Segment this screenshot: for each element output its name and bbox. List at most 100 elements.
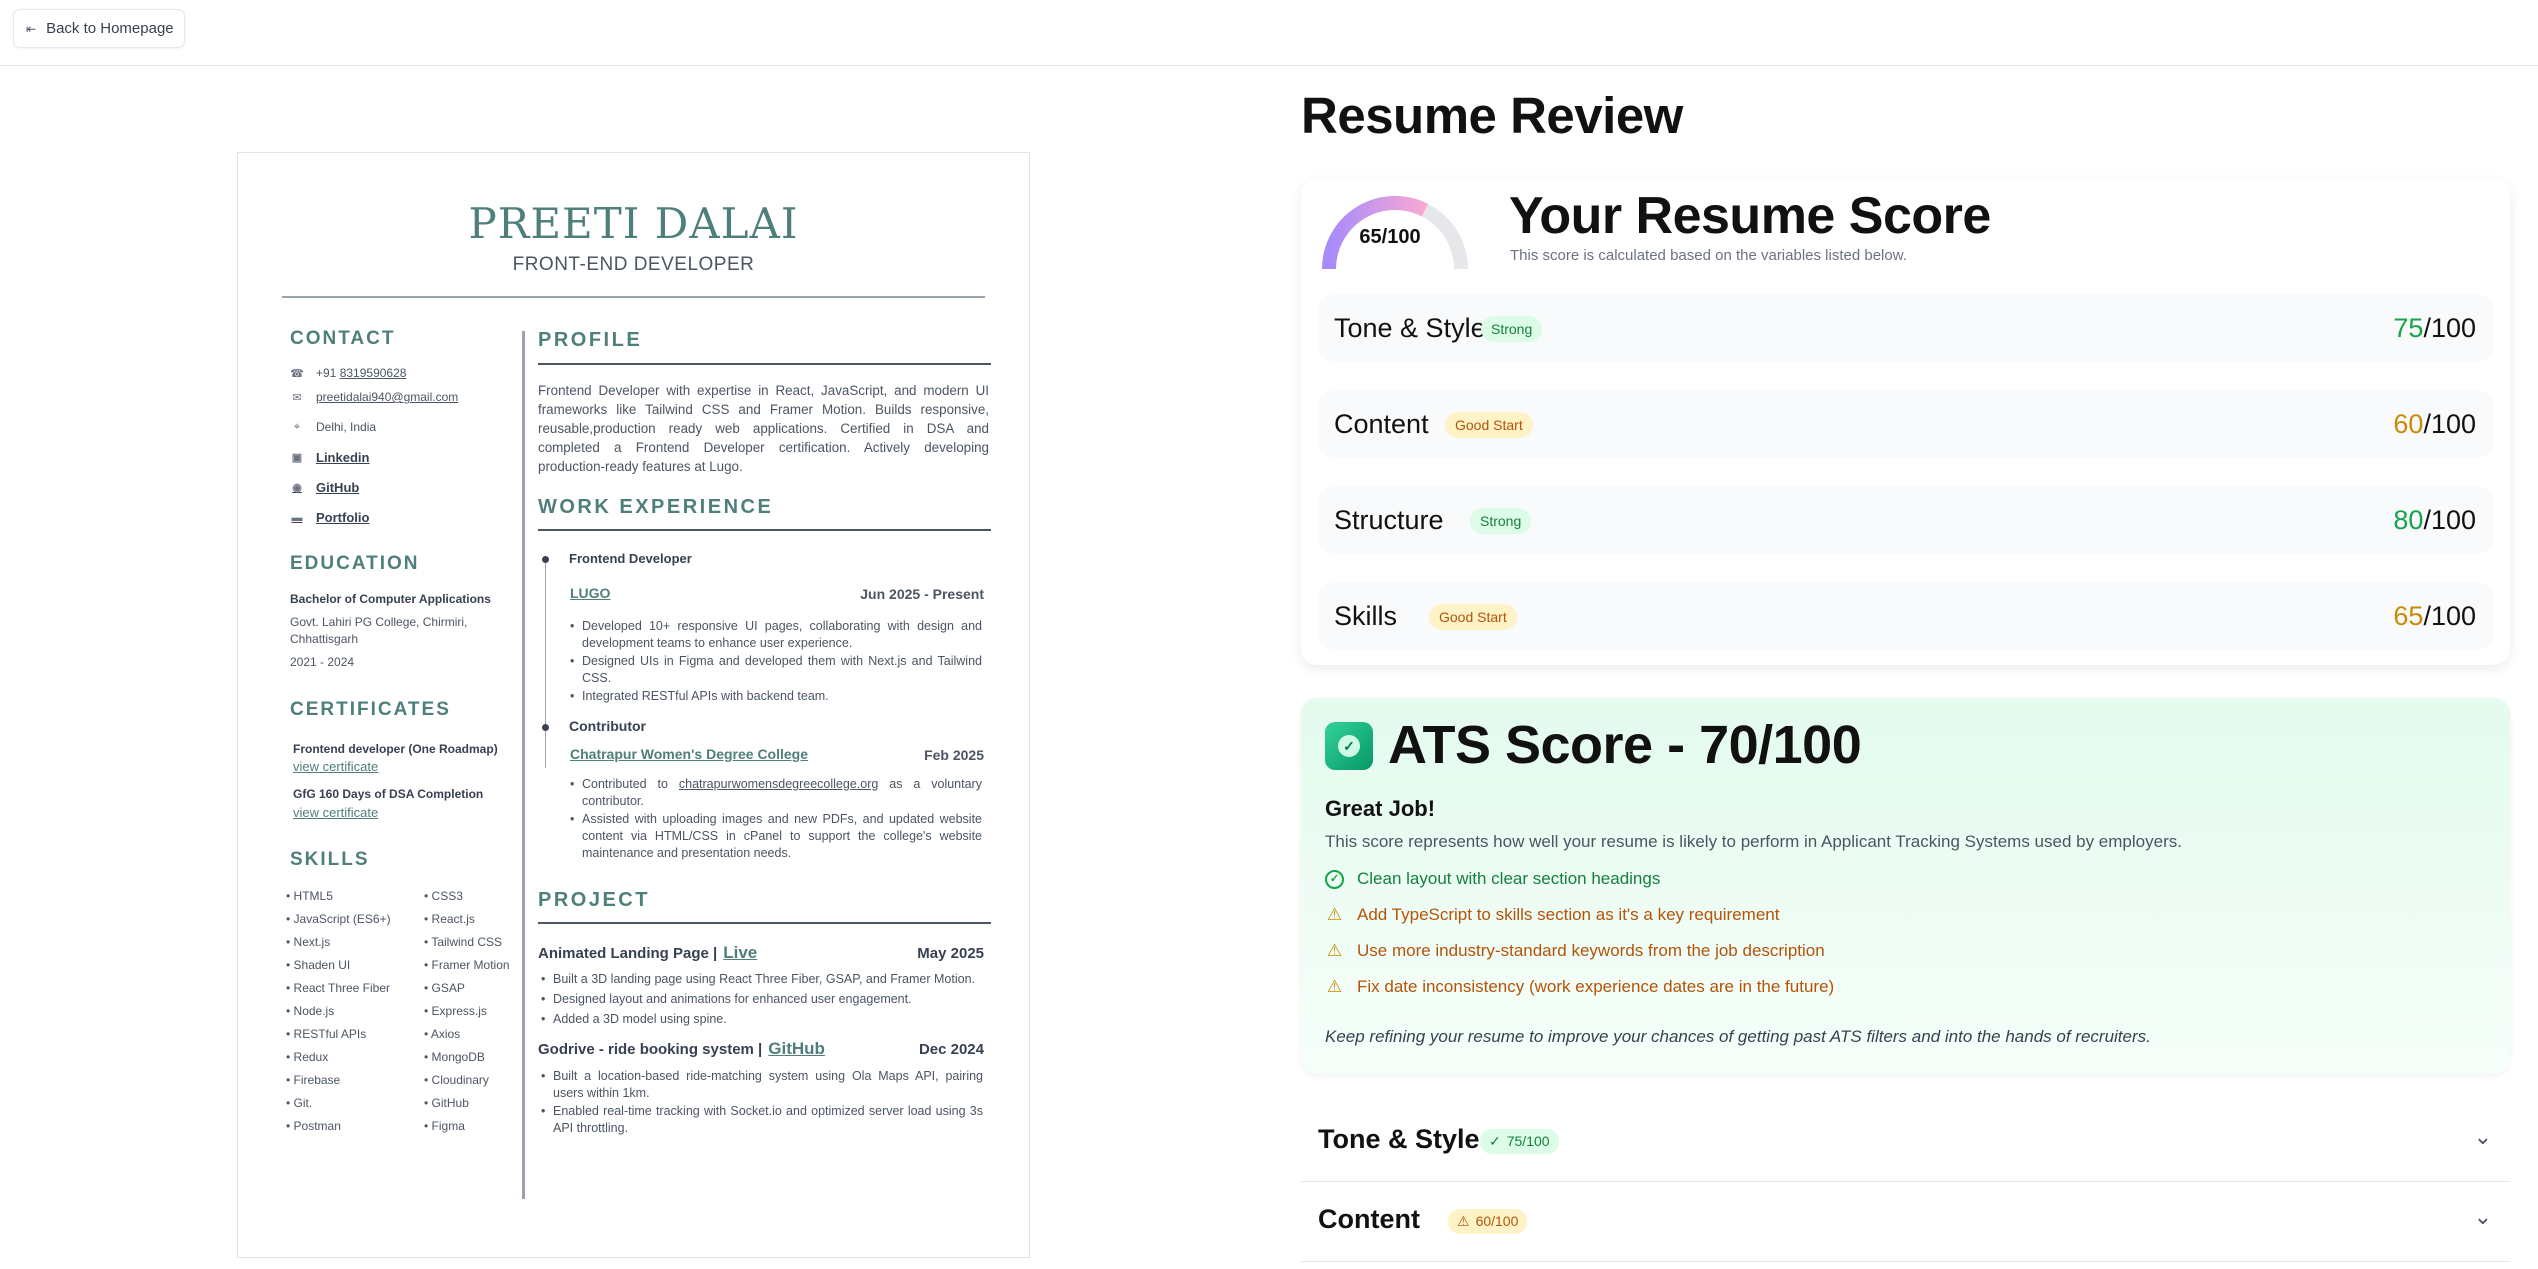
warning-triangle-icon: ⚠ [1326, 941, 1343, 960]
github-icon: ◉ [292, 482, 302, 494]
project-bullet: Built a 3D landing page using React Thre… [541, 971, 983, 988]
job-company-link[interactable]: LUGO [570, 585, 610, 601]
education-degree: Bachelor of Computer Applications [290, 592, 491, 606]
accordion-score-badge: ⚠ 60/100 [1448, 1209, 1528, 1234]
category-badge: Strong [1481, 316, 1543, 342]
work-experience-heading: WORK EXPERIENCE [538, 496, 774, 518]
accordion-score-badge: ✓ 75/100 [1480, 1129, 1559, 1154]
ats-warning-item: ⚠ Use more industry-standard keywords fro… [1326, 941, 1825, 960]
job-bullet: Designed UIs in Figma and developed them… [570, 653, 982, 687]
project-bullet: Added a 3D model using spine. [541, 1011, 983, 1028]
skill-item: • HTML5 [286, 889, 333, 903]
project-bullet: Built a location-based ride-matching sys… [541, 1068, 983, 1102]
skill-item: • React.js [424, 912, 475, 926]
warning-triangle-icon: ⚠ [1326, 977, 1343, 996]
linkedin-link[interactable]: Linkedin [316, 450, 369, 465]
skill-item: • Git. [286, 1096, 313, 1110]
category-score: 60/100 [2393, 409, 2476, 439]
github-link[interactable]: GitHub [316, 480, 359, 495]
project-heading: PROJECT [538, 889, 650, 911]
education-heading: EDUCATION [290, 553, 420, 574]
project-date: Dec 2024 [918, 1041, 984, 1058]
resume-preview: PREETI DALAI FRONT-END DEVELOPER CONTACT… [237, 152, 1030, 1258]
education-college-line1: Govt. Lahiri PG College, Chirmiri, [290, 615, 468, 629]
skill-item: • CSS3 [424, 889, 463, 903]
phone-number[interactable]: 8319590628 [340, 366, 407, 380]
resume-name: PREETI DALAI [468, 199, 799, 248]
job-title: Frontend Developer [569, 551, 692, 566]
category-badge: Good Start [1445, 412, 1533, 438]
education-years: 2021 - 2024 [290, 655, 355, 669]
project-title: Animated Landing Page | Live [538, 943, 758, 962]
ats-description: This score represents how well your resu… [1325, 832, 2182, 851]
category-score: 65/100 [2393, 601, 2476, 631]
contact-portfolio[interactable]: ▬ Portfolio [290, 510, 370, 525]
arrow-left-icon: ⇤ [26, 21, 37, 36]
location-pin-icon: ⌖ [293, 420, 301, 433]
ats-score-card: ✓ ATS Score - 70/100 Great Job! This sco… [1301, 698, 2510, 1074]
check-circle-icon: ✓ [1325, 869, 1344, 889]
ats-headline: Great Job! [1325, 796, 1436, 821]
contact-linkedin[interactable]: ▣ Linkedin [290, 450, 370, 465]
back-to-homepage-button[interactable]: ⇤ Back to Homepage [13, 9, 185, 48]
skill-item: • Postman [286, 1119, 341, 1133]
email-link[interactable]: preetidalai940@gmail.com [316, 390, 458, 404]
resume-score-card: 65/100 Your Resume Score This score is c… [1301, 178, 2510, 665]
category-name: Tone & Style [1334, 313, 1486, 343]
page-title: Resume Review [1301, 87, 1683, 144]
job-bullet: Integrated RESTful APIs with backend tea… [570, 688, 982, 705]
contact-github[interactable]: ◉ GitHub [290, 480, 359, 495]
view-certificate-link[interactable]: view certificate [293, 759, 378, 774]
accordion-title: Content [1318, 1204, 1420, 1234]
skill-item: • Firebase [286, 1073, 341, 1087]
project-rule [538, 922, 991, 924]
profile-rule [538, 363, 991, 365]
ats-warning-item: ⚠ Add TypeScript to skills section as it'… [1326, 905, 1780, 924]
check-circle-icon: ✓ [1489, 1133, 1501, 1149]
skill-item: • Node.js [286, 1004, 335, 1018]
skill-item: • MongoDB [424, 1050, 485, 1064]
accordion-tone-style[interactable]: Tone & Style ✓ 75/100 ⌄ [1301, 1102, 2510, 1182]
score-category-row: Content Good Start 60/100 [1319, 391, 2493, 457]
job-dates: Feb 2025 [924, 747, 984, 763]
view-certificate-link[interactable]: view certificate [293, 805, 378, 820]
skill-item: • GSAP [424, 981, 465, 995]
job-bullet: Assisted with uploading images and new P… [570, 811, 982, 862]
score-category-row: Tone & Style Strong 75/100 [1319, 295, 2493, 361]
phone-prefix: +91 [316, 366, 337, 380]
mail-icon: ✉ [292, 391, 302, 404]
category-score: 75/100 [2393, 313, 2476, 343]
job-bullet: Contributed to chatrapurwomensdegreecoll… [570, 776, 982, 810]
chevron-down-icon[interactable]: ⌄ [2474, 1124, 2492, 1150]
skill-item: • Redux [286, 1050, 329, 1064]
portfolio-icon: ▬ [291, 511, 303, 524]
contact-phone: ☎ +91 8319590628 [290, 366, 406, 380]
ats-pass-item: ✓ Clean layout with clear section heading… [1325, 869, 1660, 889]
ats-warning-item: ⚠ Fix date inconsistency (work experience… [1326, 977, 1835, 996]
project-github-link[interactable]: GitHub [768, 1039, 825, 1058]
certificate-title: GfG 160 Days of DSA Completion [293, 787, 484, 801]
gauge-score-text: 65/100 [1359, 226, 1421, 248]
linkedin-icon: ▣ [291, 452, 303, 464]
contact-location: ⌖ Delhi, India [290, 420, 376, 434]
phone-icon: ☎ [290, 367, 304, 380]
project-title: Godrive - ride booking system | GitHub [538, 1039, 825, 1058]
category-name: Content [1334, 409, 1429, 439]
ats-title: ATS Score - 70/100 [1388, 715, 1862, 775]
category-name: Skills [1334, 601, 1398, 631]
job-company-link[interactable]: Chatrapur Women's Degree College [570, 746, 808, 762]
skill-item: • React Three Fiber [286, 981, 391, 995]
skill-item: • Cloudinary [424, 1073, 489, 1087]
project-bullet: Designed layout and animations for enhan… [541, 991, 983, 1008]
skill-item: • Shaden UI [286, 958, 351, 972]
category-badge: Strong [1470, 508, 1532, 534]
skill-item: • GitHub [424, 1096, 469, 1110]
project-live-link[interactable]: Live [723, 943, 757, 962]
college-website-link[interactable]: chatrapurwomensdegreecollege.org [679, 777, 878, 791]
chevron-down-icon[interactable]: ⌄ [2474, 1204, 2492, 1230]
back-button-label: Back to Homepage [46, 20, 174, 37]
ats-footer: Keep refining your resume to improve you… [1325, 1027, 2151, 1046]
accordion-content[interactable]: Content ⚠ 60/100 ⌄ [1301, 1182, 2510, 1262]
portfolio-link[interactable]: Portfolio [316, 510, 369, 525]
warning-triangle-icon: ⚠ [1457, 1213, 1470, 1229]
